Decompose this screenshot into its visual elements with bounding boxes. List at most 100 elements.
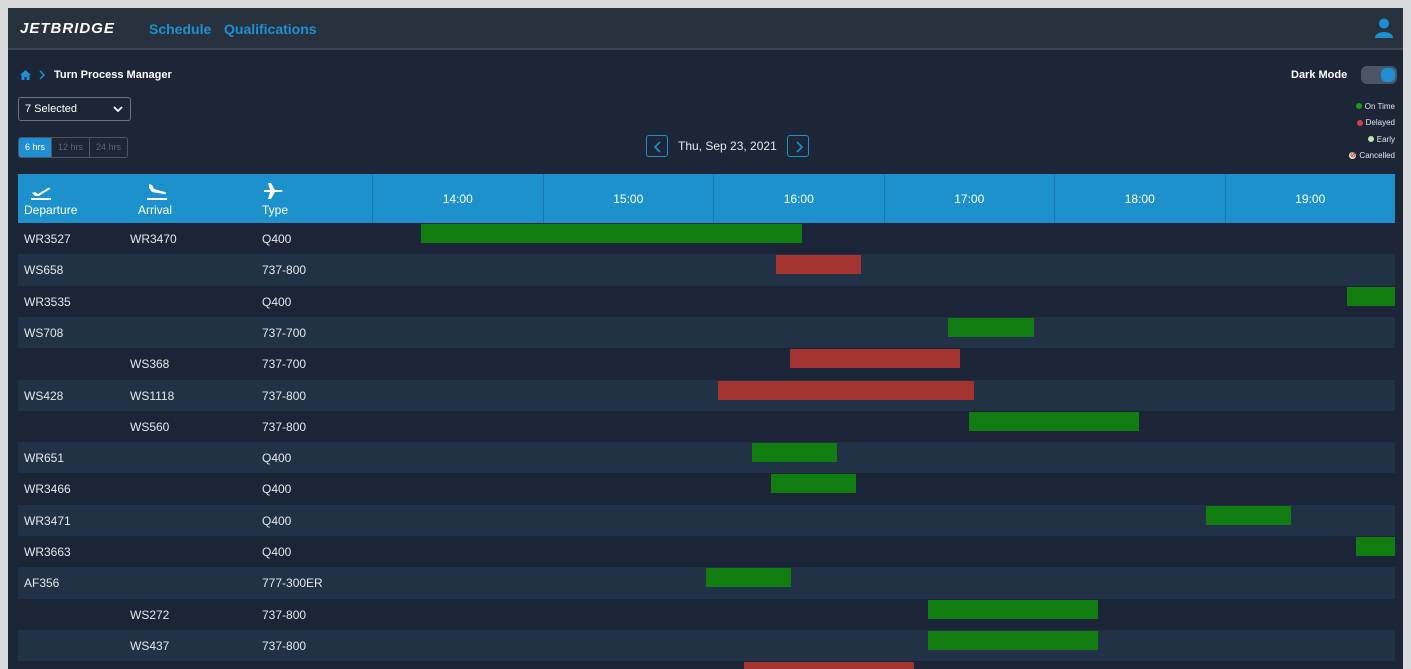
status-filter-select[interactable]: 7 Selected: [18, 97, 131, 121]
turn-bar[interactable]: [948, 317, 1034, 337]
chevron-down-icon: [113, 106, 123, 113]
arrival-cell: WR3470: [130, 232, 177, 246]
airplane-icon: [264, 183, 283, 199]
departure-cell: WS428: [24, 388, 64, 403]
flight-row[interactable]: WR3471 Q400: [18, 504, 1395, 536]
time-range-selector: 6 hrs 12 hrs 24 hrs: [18, 137, 129, 158]
turn-bar[interactable]: [776, 255, 862, 275]
flight-row[interactable]: WR3535 Q400: [18, 285, 1395, 317]
type-cell: 737-800: [262, 638, 307, 653]
arrival-cell: WS272: [130, 607, 170, 622]
type-cell: 777-300ER: [262, 576, 323, 591]
type-cell: Q400: [262, 451, 292, 466]
type-column-header: Type: [262, 174, 362, 223]
time-column-header: 18:00: [1054, 174, 1225, 223]
type-header-label: Type: [262, 203, 289, 217]
turn-bar[interactable]: [789, 349, 961, 369]
status-legend: On Time Delayed Early ⊘ Cancelled: [1349, 98, 1395, 164]
arrival-cell: WS560: [130, 419, 170, 434]
status-dot-icon: [1356, 119, 1363, 126]
breadcrumb-current: Turn Process Manager: [54, 69, 172, 81]
flight-row[interactable]: [18, 661, 1395, 669]
toggle-knob: [1381, 68, 1395, 82]
type-cell: Q400: [262, 513, 292, 528]
nav-schedule-link[interactable]: Schedule: [149, 21, 211, 37]
time-column-header: 14:00: [372, 174, 543, 223]
type-cell: Q400: [262, 545, 292, 559]
departure-header-label: Departure: [24, 203, 78, 217]
turn-bar[interactable]: [421, 224, 802, 243]
turn-bar[interactable]: [706, 568, 792, 588]
type-cell: 737-800: [262, 607, 307, 622]
chevron-left-icon: [653, 141, 661, 153]
flight-row[interactable]: WR651 Q400: [18, 442, 1395, 474]
flight-row[interactable]: WR3527 WR3470 Q400: [18, 223, 1395, 255]
arrival-icon: [147, 184, 167, 200]
nav-qualifications-link[interactable]: Qualifications: [224, 21, 317, 37]
app-logo: JETBRIDGE: [20, 20, 115, 37]
departure-column-header: Departure: [24, 174, 124, 223]
range-button[interactable]: 6 hrs: [19, 138, 53, 157]
departure-cell: WR651: [24, 451, 65, 466]
arrival-cell: WS437: [130, 638, 170, 653]
departure-cell: WS658: [24, 263, 64, 278]
turn-bar[interactable]: [1355, 537, 1395, 556]
previous-day-button[interactable]: [646, 135, 668, 157]
turn-bar[interactable]: [770, 474, 857, 494]
flight-rows: WR3527 WR3470 Q400 WS658 737-800 WR3535 Q400 WS…: [18, 223, 1395, 669]
turn-bar[interactable]: [743, 662, 915, 669]
legend-item: Early: [1349, 131, 1395, 148]
range-button[interactable]: 12 hrs: [52, 138, 91, 157]
status-dot-icon: [1367, 136, 1374, 143]
home-icon[interactable]: [20, 70, 31, 80]
filter-selected-label: 7 Selected: [25, 103, 77, 115]
arrival-column-header: Arrival: [138, 174, 238, 223]
legend-label: Delayed: [1365, 118, 1395, 128]
turn-bar[interactable]: [752, 443, 838, 463]
dark-mode-toggle[interactable]: [1361, 66, 1397, 84]
user-icon[interactable]: [1375, 18, 1393, 38]
next-day-button[interactable]: [786, 135, 809, 157]
flight-row[interactable]: AF356 777-300ER: [18, 567, 1395, 599]
type-cell: 737-800: [262, 419, 307, 434]
type-cell: Q400: [262, 294, 292, 309]
time-column-header: 17:00: [883, 174, 1055, 223]
flight-row[interactable]: WS708 737-700: [18, 316, 1395, 349]
range-button[interactable]: 24 hrs: [90, 138, 127, 157]
turn-bar[interactable]: [927, 630, 1099, 650]
legend-item: ⊘ Cancelled: [1349, 148, 1395, 165]
chevron-right-icon: [39, 70, 46, 80]
type-cell: 737-800: [262, 263, 307, 278]
departure-cell: WR3535: [24, 294, 71, 309]
departure-cell: WR3527: [24, 232, 71, 246]
time-column-header: 16:00: [713, 174, 884, 223]
time-column-header: 19:00: [1224, 174, 1396, 223]
turn-bar[interactable]: [718, 380, 974, 400]
dark-mode-label: Dark Mode: [1291, 69, 1348, 81]
time-column-header: 15:00: [542, 174, 714, 223]
type-cell: Q400: [262, 482, 292, 497]
departure-cell: WR3471: [24, 513, 71, 528]
turn-bar[interactable]: [1347, 286, 1395, 306]
schedule-header: Departure Arrival Type 14:00 15:00 16:00 17…: [18, 174, 1395, 223]
type-cell: 737-800: [262, 388, 307, 403]
turn-bar[interactable]: [968, 411, 1140, 431]
arrival-header-label: Arrival: [138, 203, 173, 217]
top-nav-bar: JETBRIDGE Schedule Qualifications: [8, 8, 1403, 50]
legend-item: On Time: [1349, 98, 1395, 115]
flight-row[interactable]: WS272 737-800: [18, 598, 1395, 630]
flight-row[interactable]: WS658 737-800: [18, 254, 1395, 286]
flight-row[interactable]: WS368 737-700: [18, 348, 1395, 380]
current-date: Thu, Sep 23, 2021: [678, 139, 777, 153]
turn-bar[interactable]: [1205, 505, 1291, 525]
flight-row[interactable]: WR3466 Q400: [18, 473, 1395, 505]
flight-row[interactable]: WR3663 Q400: [18, 536, 1395, 568]
turn-bar[interactable]: [927, 599, 1099, 619]
cancelled-icon: ⊘: [1349, 152, 1357, 160]
legend-label: Early: [1376, 134, 1395, 144]
flight-row[interactable]: WS428 WS1118 737-800: [18, 379, 1395, 411]
flight-row[interactable]: WS560 737-800: [18, 410, 1395, 443]
flight-row[interactable]: WS437 737-800: [18, 629, 1395, 662]
type-cell: 737-700: [262, 357, 307, 372]
departure-icon: [31, 187, 51, 200]
